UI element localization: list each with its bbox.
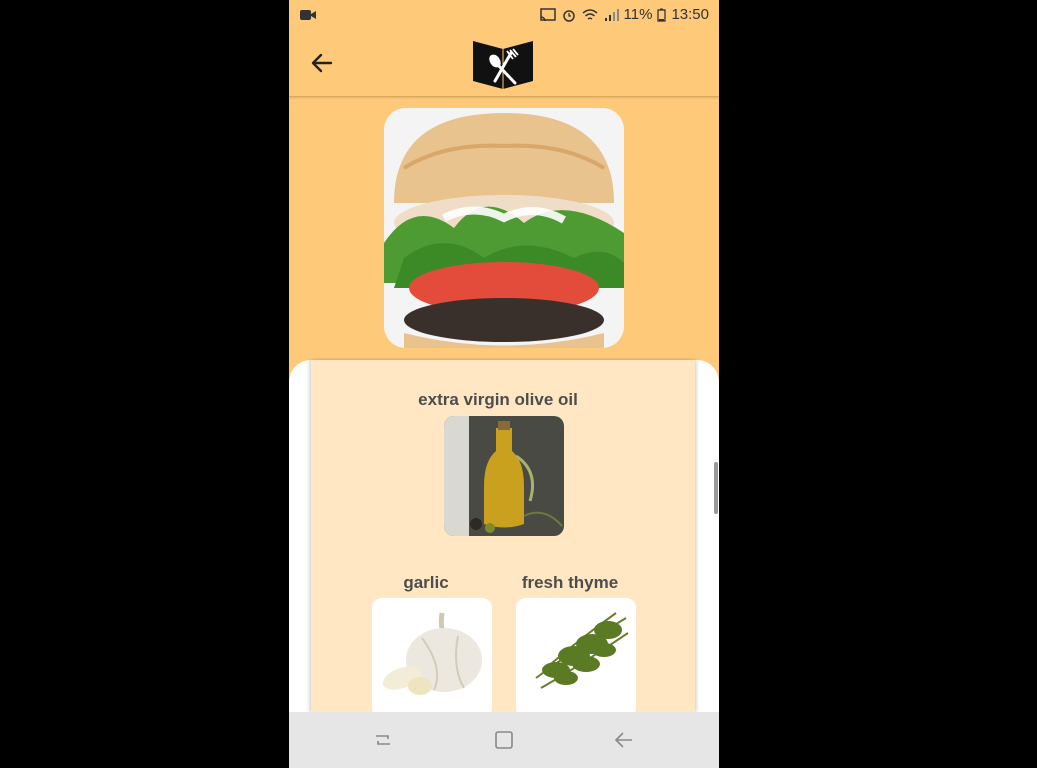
app-bar — [289, 30, 719, 97]
status-bar: 11% 13:50 — [289, 0, 719, 30]
recents-icon — [376, 735, 390, 745]
system-nav-bar — [289, 712, 719, 768]
ingredient-name: extra virgin olive oil — [418, 390, 578, 409]
clock-time: 13:50 — [671, 6, 709, 23]
home-icon — [495, 731, 513, 749]
back-button[interactable] — [309, 50, 335, 76]
battery-percent: 11% — [623, 6, 653, 23]
ingredient-image-thyme[interactable] — [516, 598, 636, 718]
ingredient-image-olive-oil[interactable] — [444, 416, 564, 536]
ingredient-name: fresh thyme — [521, 573, 619, 592]
signal-icon — [603, 8, 619, 22]
video-record-icon — [299, 8, 317, 26]
ingredients-card: extra virgin olive oil garlic fresh thym… — [311, 360, 695, 718]
scrollbar[interactable] — [714, 462, 718, 514]
battery-icon — [657, 8, 667, 22]
cast-icon — [539, 7, 556, 22]
recipe-hero-image — [384, 108, 624, 348]
wifi-icon — [582, 8, 598, 22]
home-button[interactable] — [492, 728, 516, 752]
phone-screen: 11% 13:50 extra virgin olive oil garlic … — [289, 0, 719, 768]
ingredient-image-garlic[interactable] — [372, 598, 492, 718]
nav-back-button[interactable] — [612, 728, 636, 752]
alarm-icon — [561, 8, 577, 22]
arrow-left-icon — [311, 53, 333, 73]
back-icon — [614, 732, 632, 748]
cookbook-logo-icon — [471, 35, 535, 91]
recents-button[interactable] — [371, 728, 395, 752]
ingredients-panel: extra virgin olive oil garlic fresh thym… — [289, 360, 719, 718]
